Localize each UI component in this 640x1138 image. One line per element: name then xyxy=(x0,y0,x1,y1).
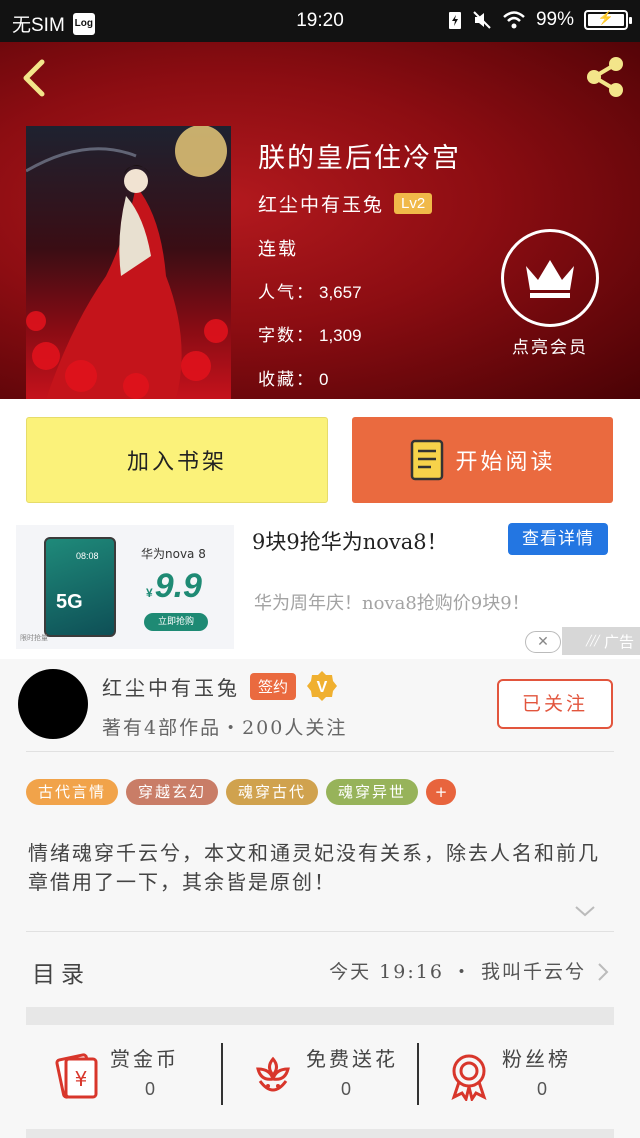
tag-1[interactable]: 穿越玄幻 xyxy=(126,779,219,805)
support-bar: ¥ 赏金币 0 免费送花 0 粉丝榜 0 xyxy=(26,1029,614,1129)
ad-title: 9块9抢华为nova8！ xyxy=(252,530,448,554)
send-flower-label: 免费送花 xyxy=(306,1047,398,1071)
ad-banner[interactable]: 08:08 5G 华为nova 8 ¥9.9 立即抢购 限时抢量 9块9抢华为n… xyxy=(0,521,640,659)
battery-text: 99% xyxy=(535,9,574,30)
level-badge: Lv2 xyxy=(394,193,433,214)
author-name[interactable]: 红尘中有玉兔 xyxy=(102,672,240,701)
battery-saver-icon xyxy=(448,12,461,29)
follow-button[interactable]: 已关注 xyxy=(497,679,613,729)
book-header: 朕的皇后住冷宫 红尘中有玉兔 Lv2 连载 人气： 3,657 字数： 1,309 … xyxy=(0,42,640,399)
ad-description: 华为周年庆！nova8抢购价9块9！ xyxy=(254,593,530,614)
book-author[interactable]: 红尘中有玉兔 xyxy=(258,190,384,217)
table-of-contents-row[interactable]: 目录 今天 19:16 ・ 我叫千云兮 xyxy=(26,937,614,1007)
author-panel: 红尘中有玉兔 签约 V 著有4部作品・200人关注 已关注 古代言情 穿越玄幻 … xyxy=(0,659,640,1138)
divider xyxy=(26,931,614,932)
ad-detail-button[interactable]: 查看详情 xyxy=(508,523,608,555)
author-works: 著有4部作品・200人关注 xyxy=(102,717,348,739)
toc-label: 目录 xyxy=(32,962,90,988)
tag-2[interactable]: 魂穿古代 xyxy=(226,779,319,805)
section-separator xyxy=(26,1007,614,1025)
book-icon xyxy=(411,439,444,481)
signed-badge: 签约 xyxy=(250,672,297,700)
reward-coins-label: 赏金币 xyxy=(110,1047,179,1071)
reward-coins-button[interactable]: ¥ 赏金币 0 xyxy=(26,1029,222,1129)
vip-button[interactable]: 点亮会员 xyxy=(500,229,600,358)
send-flower-count: 0 xyxy=(340,1079,351,1099)
phone-image: 08:08 5G xyxy=(44,537,116,637)
ad-image-limit: 限时抢量 xyxy=(20,634,48,642)
reward-coins-count: 0 xyxy=(144,1079,155,1099)
action-bar: 加入书架 开始阅读 xyxy=(0,399,640,521)
expand-chevron-icon[interactable] xyxy=(574,903,596,919)
section-separator xyxy=(26,1129,614,1138)
divider xyxy=(26,751,614,752)
chevron-right-icon xyxy=(598,963,609,981)
ad-image-buy: 立即抢购 xyxy=(144,613,208,631)
status-bar: 无SIM Log 19:20 99% ⚡ xyxy=(0,0,640,42)
vip-label: 点亮会员 xyxy=(512,338,588,358)
verified-badge-icon: V xyxy=(307,671,338,701)
stat-word-count: 字数： 1,309 xyxy=(258,326,362,346)
svg-text:¥: ¥ xyxy=(75,1067,88,1091)
latest-chapter: 今天 19:16 ・ 我叫千云兮 xyxy=(329,961,586,983)
ad-image[interactable]: 08:08 5G 华为nova 8 ¥9.9 立即抢购 限时抢量 xyxy=(16,525,234,649)
book-title: 朕的皇后住冷宫 xyxy=(258,143,461,174)
medal-icon xyxy=(451,1054,487,1101)
send-flower-button[interactable]: 免费送花 0 xyxy=(222,1029,418,1129)
stat-favorites: 收藏： 0 xyxy=(258,370,329,390)
ad-image-model: 华为nova 8 xyxy=(141,547,206,561)
fan-ranking-button[interactable]: 粉丝榜 0 xyxy=(418,1029,614,1129)
ad-close-button[interactable]: ✕ xyxy=(525,631,561,653)
start-reading-label: 开始阅读 xyxy=(455,450,556,475)
avatar[interactable] xyxy=(18,669,88,739)
crown-icon xyxy=(526,260,574,298)
serial-status: 连载 xyxy=(258,239,298,260)
genre-tags: 古代言情 穿越玄幻 魂穿古代 魂穿异世 + xyxy=(26,779,457,805)
fan-ranking-count: 0 xyxy=(536,1079,547,1099)
ad-label: ╱╱╱ 广告 xyxy=(562,627,640,655)
red-envelope-icon: ¥ xyxy=(55,1053,98,1099)
stat-popularity: 人气： 3,657 xyxy=(258,283,362,303)
start-reading-button[interactable]: 开始阅读 xyxy=(352,417,613,503)
battery-icon: ⚡ xyxy=(584,10,632,30)
cover-illustration xyxy=(26,126,228,399)
more-tags-button[interactable]: + xyxy=(426,779,457,805)
wifi-icon xyxy=(503,11,525,29)
book-description: 情绪魂穿千云兮，本文和通灵妃没有关系，除去人名和前几章借用了一下，其余皆是原创！ xyxy=(28,841,600,894)
svg-text:V: V xyxy=(317,679,328,696)
fan-ranking-label: 粉丝榜 xyxy=(502,1047,571,1071)
ad-stripes-icon: ╱╱╱ xyxy=(585,635,600,647)
ad-image-price: ¥9.9 xyxy=(146,567,202,605)
tag-3[interactable]: 魂穿异世 xyxy=(326,779,419,805)
back-arrow-icon[interactable] xyxy=(14,54,58,102)
share-icon[interactable] xyxy=(580,52,630,102)
book-cover[interactable] xyxy=(26,126,231,399)
mute-icon xyxy=(473,11,491,29)
add-to-shelf-button[interactable]: 加入书架 xyxy=(26,417,328,503)
tag-0[interactable]: 古代言情 xyxy=(26,779,119,805)
flower-icon xyxy=(256,1056,290,1092)
